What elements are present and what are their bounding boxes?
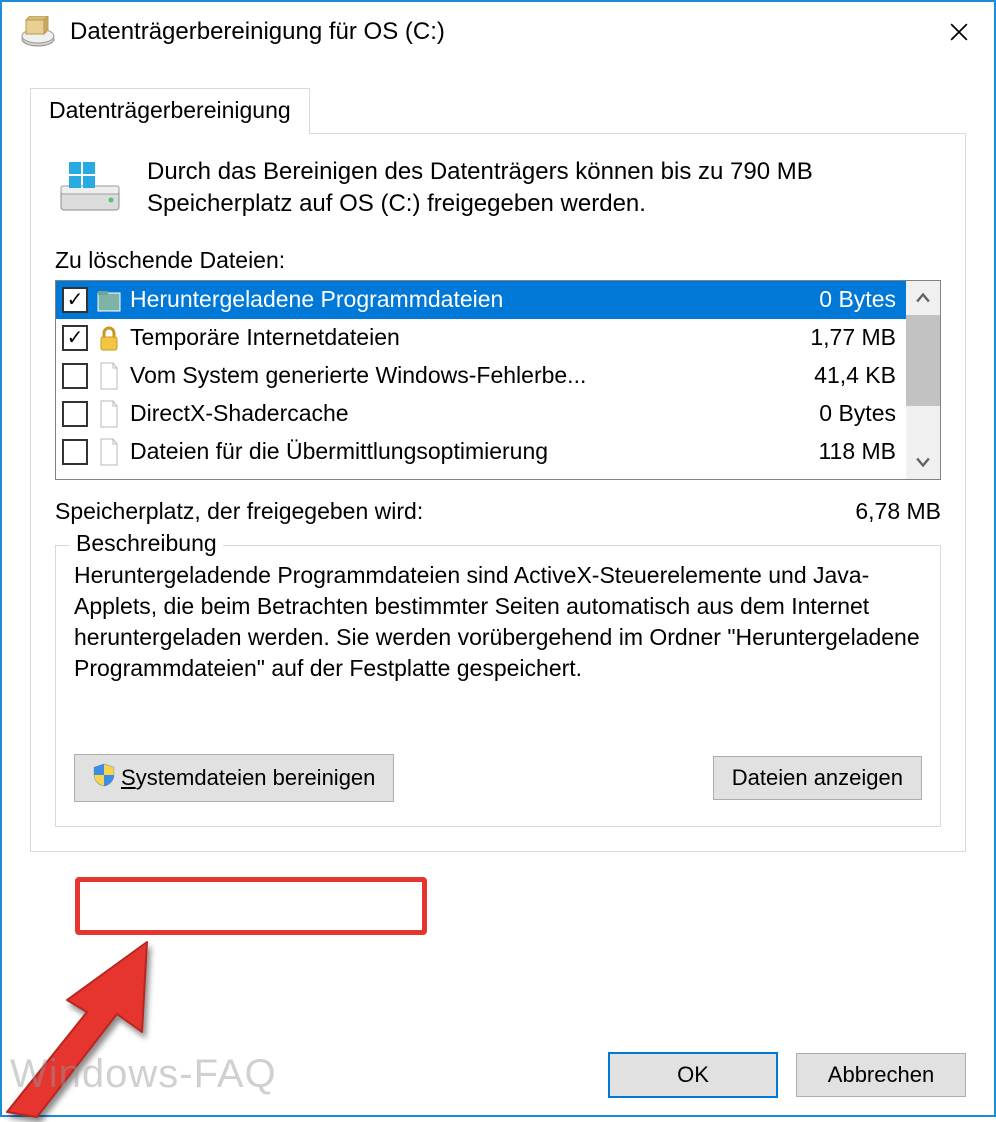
- file-checkbox[interactable]: [62, 287, 88, 313]
- tab-strip-filler: [310, 88, 966, 134]
- space-row: Speicherplatz, der freigegeben wird: 6,7…: [55, 498, 941, 525]
- file-type-icon: [96, 285, 122, 315]
- clean-system-files-label: Systemdateien bereinigen: [121, 765, 375, 791]
- file-checkbox[interactable]: [62, 439, 88, 465]
- description-legend: Beschreibung: [70, 530, 223, 557]
- file-list: Heruntergeladene Programmdateien0 BytesT…: [55, 280, 941, 480]
- scroll-down-icon[interactable]: [906, 445, 940, 479]
- file-list-rows: Heruntergeladene Programmdateien0 BytesT…: [56, 281, 906, 479]
- file-size: 118 MB: [808, 438, 900, 465]
- content-area: Datenträgerbereinigung: [2, 62, 994, 852]
- scrollbar[interactable]: [906, 281, 940, 479]
- tab-row: Datenträgerbereinigung: [30, 88, 966, 134]
- space-label: Speicherplatz, der freigegeben wird:: [55, 498, 423, 525]
- ok-button[interactable]: OK: [608, 1052, 778, 1098]
- file-row[interactable]: Temporäre Internetdateien1,77 MB: [56, 319, 906, 357]
- scroll-up-icon[interactable]: [906, 281, 940, 315]
- file-name: Temporäre Internetdateien: [130, 324, 800, 351]
- file-checkbox[interactable]: [62, 401, 88, 427]
- view-files-button[interactable]: Dateien anzeigen: [713, 756, 922, 800]
- file-type-icon: [96, 437, 122, 467]
- file-row[interactable]: Heruntergeladene Programmdateien0 Bytes: [56, 281, 906, 319]
- file-name: Dateien für die Übermittlungsoptimierung: [130, 438, 808, 465]
- window-title: Datenträgerbereinigung für OS (C:): [70, 18, 934, 46]
- intro-row: Durch das Bereinigen des Datenträgers kö…: [55, 156, 941, 221]
- file-size: 41,4 KB: [804, 362, 900, 389]
- shield-icon: [93, 763, 115, 793]
- tab-disk-cleanup[interactable]: Datenträgerbereinigung: [30, 88, 310, 134]
- dialog-button-bar: OK Abbrechen: [2, 1035, 994, 1115]
- scroll-thumb[interactable]: [906, 315, 940, 406]
- dialog-window: Datenträgerbereinigung für OS (C:) Daten…: [0, 0, 996, 1117]
- file-size: 1,77 MB: [800, 324, 900, 351]
- file-size: 0 Bytes: [809, 400, 900, 427]
- file-name: Heruntergeladene Programmdateien: [130, 286, 809, 313]
- file-name: Vom System generierte Windows-Fehlerbe..…: [130, 362, 804, 389]
- close-button[interactable]: [934, 7, 984, 57]
- space-value: 6,78 MB: [855, 498, 941, 525]
- disk-cleanup-icon: [20, 16, 56, 48]
- file-checkbox[interactable]: [62, 363, 88, 389]
- file-type-icon: [96, 361, 122, 391]
- file-type-icon: [96, 399, 122, 429]
- tab-panel: Durch das Bereinigen des Datenträgers kö…: [30, 134, 966, 852]
- file-size: 0 Bytes: [809, 286, 900, 313]
- description-group: Beschreibung Heruntergeladende Programmd…: [55, 545, 941, 827]
- clean-system-files-button[interactable]: Systemdateien bereinigen: [74, 754, 394, 802]
- file-row[interactable]: Dateien für die Übermittlungsoptimierung…: [56, 433, 906, 471]
- titlebar: Datenträgerbereinigung für OS (C:): [2, 2, 994, 62]
- files-to-delete-label: Zu löschende Dateien:: [55, 247, 941, 274]
- drive-icon: [55, 156, 125, 216]
- cancel-button[interactable]: Abbrechen: [796, 1053, 966, 1097]
- annotation-highlight: [75, 877, 427, 935]
- intro-text: Durch das Bereinigen des Datenträgers kö…: [147, 156, 941, 221]
- description-buttons: Systemdateien bereinigen Dateien anzeige…: [74, 754, 922, 802]
- file-name: DirectX-Shadercache: [130, 400, 809, 427]
- file-checkbox[interactable]: [62, 325, 88, 351]
- description-text: Heruntergeladende Programmdateien sind A…: [74, 560, 922, 684]
- scroll-track[interactable]: [906, 315, 940, 445]
- file-type-icon: [96, 323, 122, 353]
- file-row[interactable]: DirectX-Shadercache0 Bytes: [56, 395, 906, 433]
- file-row[interactable]: Vom System generierte Windows-Fehlerbe..…: [56, 357, 906, 395]
